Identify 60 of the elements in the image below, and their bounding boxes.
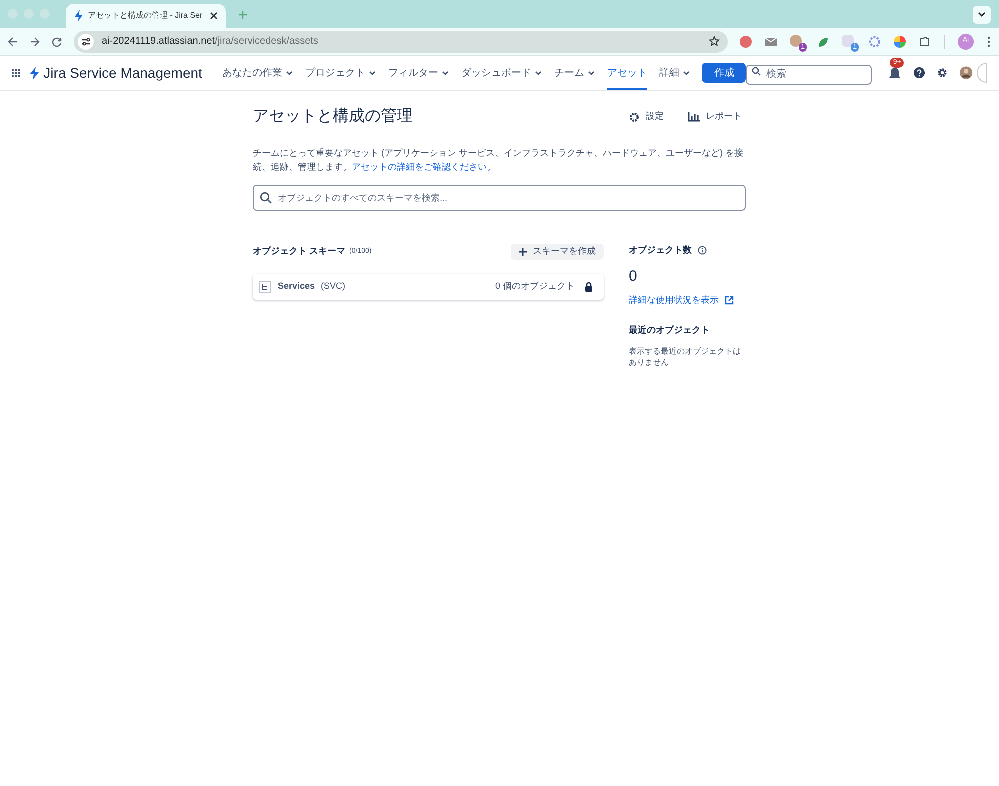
nav-tab[interactable]: チーム bbox=[554, 56, 596, 90]
browser-tab[interactable]: アセットと構成の管理 - Jira Ser bbox=[66, 4, 226, 28]
page-action[interactable]: レポート bbox=[684, 110, 746, 124]
close-icon[interactable] bbox=[210, 12, 218, 20]
reload-icon[interactable] bbox=[52, 36, 62, 46]
sidebar-toggle-button[interactable] bbox=[977, 63, 987, 83]
object-count: 0 個のオブジェクト bbox=[495, 280, 575, 294]
tune-icon[interactable] bbox=[81, 38, 91, 46]
empty-message: 表示する最近のオブジェクトはありません bbox=[629, 346, 742, 368]
help-icon[interactable] bbox=[914, 66, 926, 80]
page-action[interactable]: 設定 bbox=[625, 110, 668, 124]
search-icon bbox=[752, 67, 762, 76]
object-total: 0 bbox=[629, 266, 638, 286]
settings-icon bbox=[629, 112, 640, 122]
nav-tab[interactable]: プロジェクト bbox=[305, 56, 376, 90]
section-title: オブジェクト数 bbox=[629, 244, 692, 257]
color-wheel-icon[interactable] bbox=[894, 36, 906, 48]
search-field[interactable]: 検索 bbox=[746, 64, 872, 84]
info-icon bbox=[698, 246, 707, 256]
section-title: 最近のオブジェクト bbox=[629, 324, 711, 336]
star-icon[interactable] bbox=[709, 36, 720, 47]
forward-icon[interactable] bbox=[30, 36, 40, 46]
learn-more-link[interactable]: アセットの詳細をご確認ください。 bbox=[352, 162, 496, 172]
nav-tab[interactable]: フィルター bbox=[388, 56, 450, 90]
app-switcher-icon[interactable] bbox=[12, 68, 21, 78]
search-icon bbox=[260, 192, 272, 204]
schema-key: (SVC) bbox=[321, 280, 346, 294]
schema-name: Services bbox=[278, 280, 316, 294]
settings-icon[interactable] bbox=[937, 66, 948, 80]
more-icon[interactable] bbox=[987, 36, 991, 48]
create-schema-button[interactable]: スキーマを作成 bbox=[511, 244, 604, 260]
create-button[interactable]: 作成 bbox=[702, 63, 746, 83]
tab-title: アセットと構成の管理 - Jira Ser bbox=[88, 10, 204, 22]
tab-list-button[interactable] bbox=[973, 6, 991, 24]
bolt-icon bbox=[28, 66, 40, 80]
product-name[interactable]: Jira Service Management bbox=[44, 62, 202, 84]
description-text: チームにとって重要なアセット (アプリケーション サービス、インフラストラクチャ、ハードウェア、ユーザーなど) を接続、追跡、管理します。アセットの詳細をご確認ください。 bbox=[253, 147, 744, 174]
address-bar[interactable]: ai-20241119.atlassian.net/jira/servicedesk/assets bbox=[74, 30, 728, 52]
plus-icon bbox=[519, 248, 527, 256]
nav-tab[interactable]: ダッシュボード bbox=[461, 56, 542, 90]
leaf-icon[interactable] bbox=[817, 36, 829, 48]
stop-sign-icon[interactable] bbox=[740, 36, 752, 48]
bar-chart-icon bbox=[688, 112, 700, 122]
schema-search-field[interactable]: オブジェクトのすべてのスキーマを検索... bbox=[253, 185, 746, 211]
url-text: ai-20241119.atlassian.net/jira/servicedesk/assets bbox=[102, 35, 318, 49]
nav-tab[interactable]: あなたの作業 bbox=[222, 56, 294, 90]
back-icon[interactable] bbox=[8, 36, 18, 46]
hierarchy-icon bbox=[259, 281, 271, 293]
section-title: オブジェクト スキーマ bbox=[253, 245, 346, 258]
nav-tab[interactable]: アセット bbox=[607, 56, 648, 90]
bell-icon[interactable] bbox=[888, 67, 902, 81]
chevron-down-icon bbox=[978, 12, 986, 18]
schema-row[interactable]: Services (SVC) 0 個のオブジェクト bbox=[253, 274, 604, 300]
avatar-icon[interactable] bbox=[960, 65, 974, 81]
usage-link[interactable]: 詳細な使用状況を表示 bbox=[629, 294, 746, 308]
nav-tab[interactable]: 詳細 bbox=[659, 56, 690, 90]
external-link-icon bbox=[725, 296, 734, 306]
page-title: アセットと構成の管理 bbox=[253, 106, 414, 127]
bolt-icon bbox=[74, 10, 84, 22]
mail-icon[interactable] bbox=[765, 36, 777, 46]
